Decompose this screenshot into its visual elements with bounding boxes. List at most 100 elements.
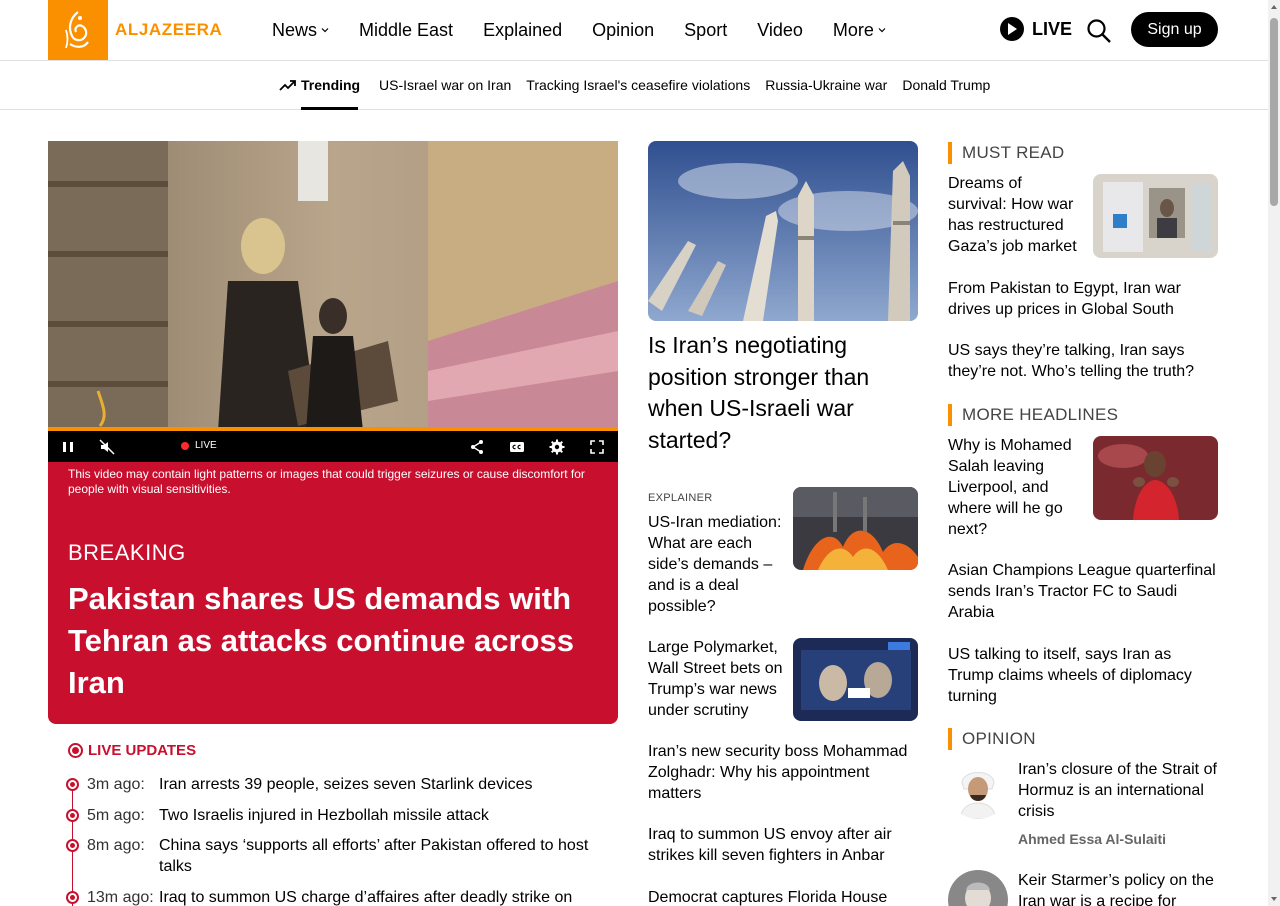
live-indicator-label: LIVE bbox=[195, 440, 217, 451]
lead-story-headline[interactable]: Is Iran’s negotiating position stronger … bbox=[648, 330, 898, 456]
nav-item-label: News bbox=[272, 19, 318, 40]
must-read-story[interactable]: From Pakistan to Egypt, Iran war drives … bbox=[948, 278, 1208, 320]
lead-story-image[interactable] bbox=[648, 141, 918, 321]
fullscreen-icon[interactable] bbox=[589, 439, 605, 455]
timeline-dot-icon bbox=[66, 809, 79, 822]
nav-item-label: Explained bbox=[483, 19, 563, 40]
chevron-down-icon bbox=[878, 28, 886, 33]
settings-gear-icon[interactable] bbox=[549, 439, 565, 455]
nav-item-more[interactable]: More bbox=[833, 20, 886, 41]
nav-item-label: Video bbox=[757, 19, 803, 40]
trending-link[interactable]: Tracking Israel's ceasefire violations bbox=[526, 77, 750, 93]
story-headline[interactable]: Iran’s new security boss Mohammad Zolgha… bbox=[648, 741, 918, 804]
live-update-text[interactable]: Iran arrests 39 people, seizes seven Sta… bbox=[159, 774, 609, 795]
author-avatar[interactable] bbox=[948, 870, 1008, 906]
live-updates-label: LIVE UPDATES bbox=[88, 742, 197, 759]
video-frame-image bbox=[48, 141, 618, 431]
story-thumbnail[interactable] bbox=[1093, 174, 1218, 258]
chevron-down-icon bbox=[321, 28, 329, 33]
trending-link[interactable]: Russia-Ukraine war bbox=[765, 77, 887, 93]
must-read-story[interactable]: Dreams of survival: How war has restruct… bbox=[948, 173, 1083, 257]
live-update-time: 8m ago: bbox=[87, 837, 145, 854]
live-update-time: 3m ago: bbox=[87, 776, 145, 793]
must-read-story[interactable]: US says they’re talking, Iran says they’… bbox=[948, 340, 1208, 382]
live-update-time: 13m ago: bbox=[87, 889, 154, 906]
live-button[interactable]: LIVE bbox=[1000, 17, 1072, 41]
breaking-news-card[interactable]: This video may contain light patterns or… bbox=[48, 462, 618, 724]
trending-link[interactable]: Donald Trump bbox=[902, 77, 990, 93]
trending-tab[interactable]: Trending bbox=[279, 77, 360, 93]
pause-icon[interactable] bbox=[60, 439, 76, 455]
trending-active-indicator bbox=[301, 107, 358, 110]
section-title: MUST READ bbox=[962, 143, 1065, 162]
search-icon[interactable] bbox=[1086, 18, 1112, 44]
story-headline[interactable]: Large Polymarket, Wall Street bets on Tr… bbox=[648, 637, 783, 721]
breaking-headline[interactable]: Pakistan shares US demands with Tehran a… bbox=[68, 578, 588, 704]
opinion-author[interactable]: Ahmed Essa Al-Sulaiti bbox=[1018, 831, 1166, 847]
aljazeera-logo[interactable] bbox=[48, 0, 108, 60]
trending-label: Trending bbox=[301, 77, 361, 93]
timeline-dot-icon bbox=[66, 891, 79, 904]
story-thumbnail[interactable] bbox=[793, 487, 918, 570]
nav-item-news[interactable]: News bbox=[272, 20, 329, 41]
logo-wordmark[interactable]: ALJAZEERA bbox=[115, 20, 222, 40]
fire-scene-image bbox=[793, 487, 918, 570]
gaza-stall-image bbox=[1093, 174, 1218, 258]
nav-item-video[interactable]: Video bbox=[757, 20, 803, 41]
opinion-section-header: OPINION bbox=[948, 728, 1036, 750]
section-accent-bar bbox=[948, 142, 952, 164]
story-headline[interactable]: Democrat captures Florida House bbox=[648, 887, 918, 906]
story-headline[interactable]: US-Iran mediation: What are each side’s … bbox=[648, 512, 783, 617]
nav-item-sport[interactable]: Sport bbox=[684, 20, 727, 41]
nav-item-label: More bbox=[832, 19, 874, 40]
nav-item-opinion[interactable]: Opinion bbox=[592, 20, 654, 41]
main-nav: News Middle East Explained Opinion Sport… bbox=[272, 0, 916, 60]
story-headline[interactable]: Iraq to summon US envoy after air strike… bbox=[648, 824, 918, 866]
scrollbar-thumb[interactable] bbox=[1270, 18, 1278, 206]
scroll-down-arrow-icon[interactable] bbox=[1268, 892, 1280, 906]
logo-calligraphy-icon bbox=[65, 11, 89, 49]
live-label: LIVE bbox=[1032, 18, 1073, 39]
author-avatar[interactable] bbox=[948, 759, 1008, 819]
trending-up-icon bbox=[279, 80, 296, 91]
live-updates-header[interactable]: LIVE UPDATES bbox=[68, 742, 196, 759]
live-update-text[interactable]: China says ‘supports all efforts’ after … bbox=[159, 835, 609, 877]
headline-story[interactable]: US talking to itself, says Iran as Trump… bbox=[948, 644, 1208, 707]
live-update-text[interactable]: Iraq to summon US charge d’affaires afte… bbox=[159, 887, 609, 906]
timeline-dot-icon bbox=[66, 839, 79, 852]
story-thumbnail[interactable] bbox=[1093, 436, 1218, 520]
author-photo-image bbox=[948, 870, 1008, 906]
live-update-text[interactable]: Two Israelis injured in Hezbollah missil… bbox=[159, 805, 609, 826]
section-title: MORE HEADLINES bbox=[962, 405, 1119, 424]
muted-icon[interactable] bbox=[99, 439, 115, 455]
breaking-tag: BREAKING bbox=[68, 540, 186, 565]
story-kicker: EXPLAINER bbox=[648, 492, 713, 504]
live-video-player[interactable] bbox=[48, 141, 618, 461]
author-photo-image bbox=[948, 759, 1008, 819]
share-icon[interactable] bbox=[469, 439, 485, 455]
section-accent-bar bbox=[948, 404, 952, 426]
closed-captions-icon[interactable] bbox=[509, 439, 525, 455]
site-header: ALJAZEERA News Middle East Explained Opi… bbox=[0, 0, 1268, 61]
live-pulse-icon bbox=[68, 743, 83, 758]
live-indicator: LIVE bbox=[181, 440, 217, 451]
more-headlines-section-header: MORE HEADLINES bbox=[948, 404, 1118, 426]
billboard-image bbox=[793, 638, 918, 721]
headline-story[interactable]: Why is Mohamed Salah leaving Liverpool, … bbox=[948, 435, 1083, 540]
trending-link[interactable]: US-Israel war on Iran bbox=[379, 77, 511, 93]
signup-button[interactable]: Sign up bbox=[1131, 12, 1218, 47]
section-title: OPINION bbox=[962, 729, 1036, 748]
salah-image bbox=[1093, 436, 1218, 520]
opinion-headline[interactable]: Keir Starmer’s policy on the Iran war is… bbox=[1018, 870, 1223, 906]
opinion-headline[interactable]: Iran’s closure of the Strait of Hormuz i… bbox=[1018, 759, 1223, 822]
missiles-image bbox=[648, 141, 918, 321]
nav-item-explained[interactable]: Explained bbox=[483, 20, 562, 41]
story-thumbnail[interactable] bbox=[793, 638, 918, 721]
headline-story[interactable]: Asian Champions League quarterfinal send… bbox=[948, 560, 1218, 623]
trending-links: US-Israel war on Iran Tracking Israel's … bbox=[379, 77, 1005, 93]
scroll-up-arrow-icon[interactable] bbox=[1268, 0, 1280, 14]
nav-item-middle-east[interactable]: Middle East bbox=[359, 20, 453, 41]
nav-item-label: Sport bbox=[684, 19, 728, 40]
live-update-time: 5m ago: bbox=[87, 807, 145, 824]
must-read-section-header: MUST READ bbox=[948, 142, 1065, 164]
